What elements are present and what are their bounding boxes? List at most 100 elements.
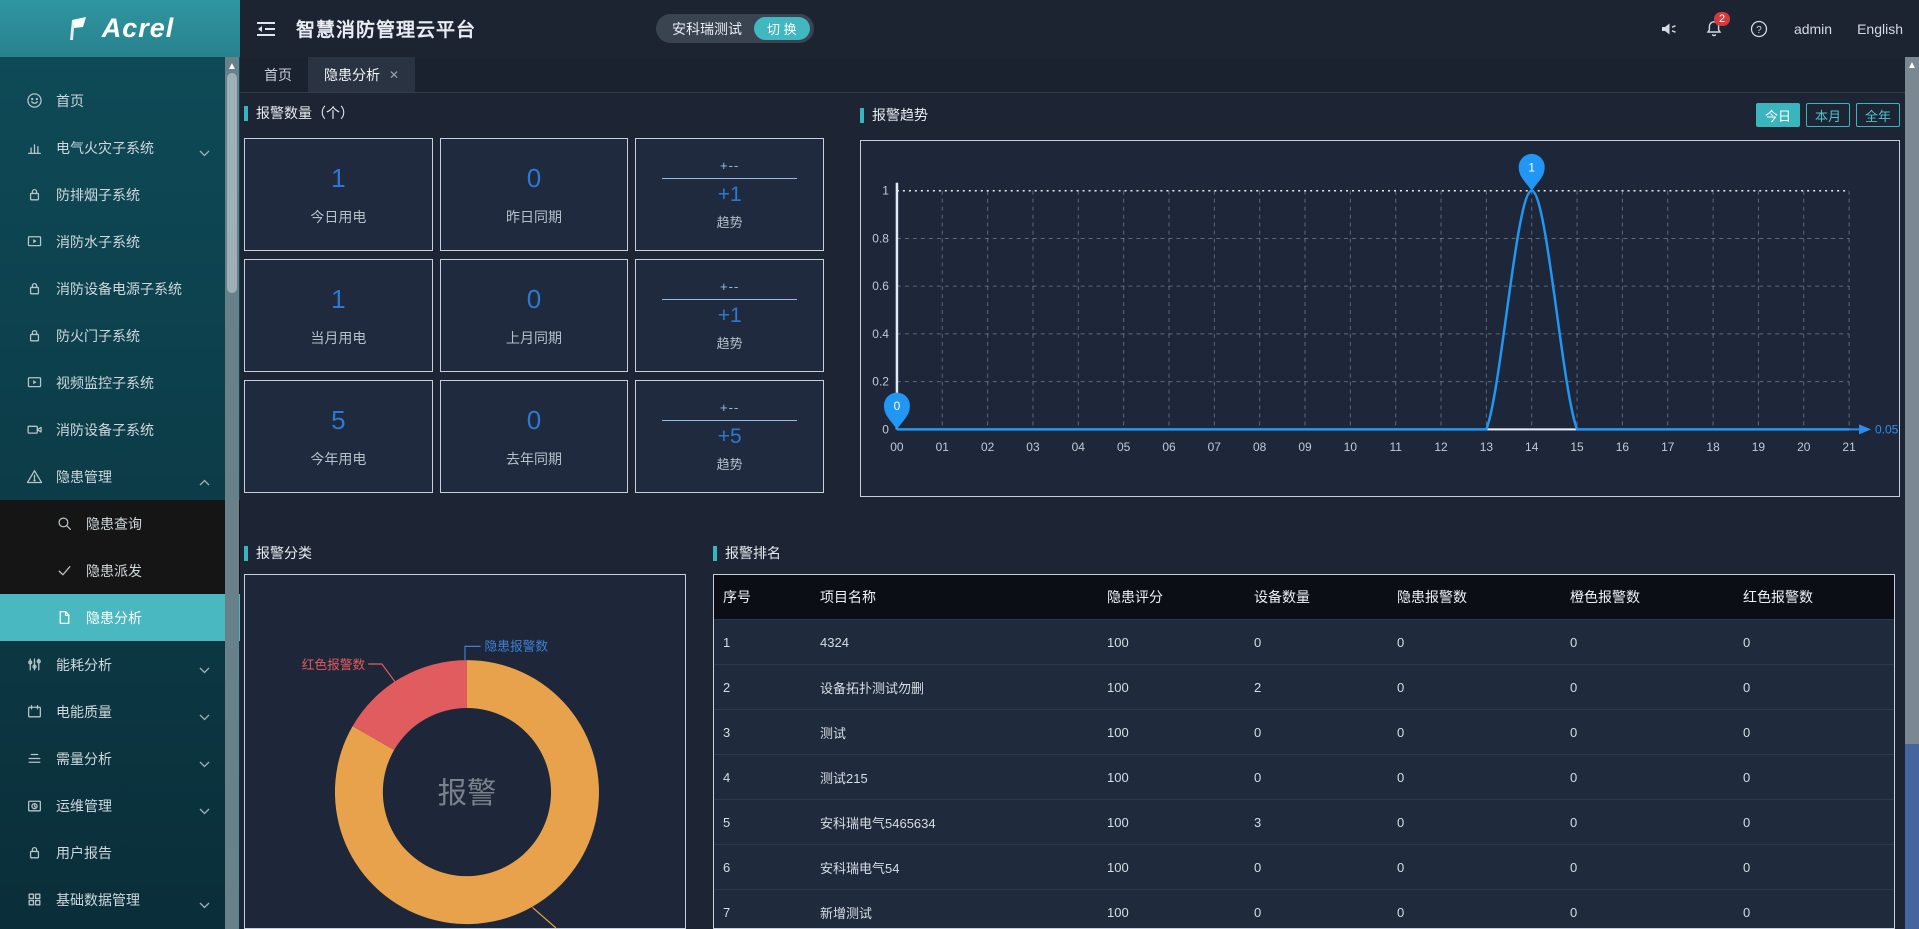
- tab-close-icon[interactable]: ✕: [389, 68, 399, 82]
- table-cell: 4324: [811, 635, 1098, 650]
- chevron-down-icon: [199, 896, 210, 903]
- svg-text:报警: 报警: [438, 777, 497, 810]
- range-button-今日[interactable]: 今日: [1756, 103, 1800, 127]
- trend-label: 趋势: [717, 333, 743, 352]
- language-switch[interactable]: English: [1857, 21, 1903, 37]
- svg-text:0: 0: [894, 399, 901, 413]
- svg-text:19: 19: [1752, 440, 1766, 454]
- sidebar-item-hazard-query[interactable]: 隐患查询: [0, 500, 240, 547]
- svg-text:21: 21: [1842, 440, 1856, 454]
- stat-cards-grid: 1 今日用电 0 昨日同期 +-- +1 趋势 1 当月用电 0 上月同期 +-…: [244, 138, 824, 493]
- top-bar: 智慧消防管理云平台 安科瑞测试 切 换 2: [240, 0, 1919, 57]
- title-accent-bar: [244, 106, 248, 121]
- range-button-本月[interactable]: 本月: [1806, 103, 1850, 127]
- tenant-switch-button[interactable]: 切 换: [754, 17, 810, 40]
- sidebar-scrollbar[interactable]: ▲: [225, 57, 239, 929]
- user-menu[interactable]: admin: [1794, 21, 1832, 37]
- donut-chart-panel: 报警隐患报警数红色报警数: [244, 574, 686, 929]
- sidebar-item-label: 用户报告: [56, 843, 210, 863]
- tab-home[interactable]: 首页: [248, 57, 308, 92]
- sidebar-item-label: 隐患分析: [86, 608, 210, 628]
- page-scrollbar[interactable]: ▲: [1905, 57, 1919, 929]
- table-row: 7新增测试1000000: [714, 889, 1894, 929]
- sidebar-item-user-report[interactable]: 用户报告: [0, 829, 240, 876]
- sidebar-item-fire-door[interactable]: 防火门子系统: [0, 312, 240, 359]
- sidebar-item-label: 基础数据管理: [56, 890, 199, 910]
- trend-card: +-- +1 趋势: [635, 138, 824, 251]
- trend-divider: [662, 299, 796, 300]
- chevron-down-icon: [199, 661, 210, 668]
- sidebar-item-smoke-control[interactable]: 防排烟子系统: [0, 171, 240, 218]
- sidebar-item-label: 视频监控子系统: [56, 373, 210, 393]
- table-cell: 0: [1734, 635, 1894, 650]
- svg-text:0.4: 0.4: [872, 327, 889, 341]
- notifications-bell-icon[interactable]: 2: [1704, 19, 1724, 39]
- svg-text:?: ?: [1756, 25, 1762, 36]
- sidebar-item-hazard-management[interactable]: 隐患管理: [0, 453, 240, 500]
- donut-chart: 报警隐患报警数红色报警数: [245, 575, 685, 928]
- tab-hazard-analysis[interactable]: 隐患分析 ✕: [308, 57, 415, 92]
- page-scroll-up-icon[interactable]: ▲: [1907, 60, 1917, 71]
- tab-label: 首页: [264, 65, 292, 85]
- table-cell: 0: [1388, 905, 1561, 920]
- tenant-name: 安科瑞测试: [672, 19, 742, 39]
- sidebar-item-hazard-analysis[interactable]: 隐患分析: [0, 594, 240, 641]
- sidebar-item-fire-power[interactable]: 消防设备电源子系统: [0, 265, 240, 312]
- sidebar-item-label: 消防设备电源子系统: [56, 279, 210, 299]
- table-cell: 6: [714, 860, 811, 875]
- alarm-ranking-title: 报警排名: [713, 543, 1895, 563]
- home-icon: [26, 92, 43, 109]
- ranking-table: 序号项目名称隐患评分设备数量隐患报警数橙色报警数红色报警数14324100000…: [713, 574, 1895, 929]
- table-cell: 0: [1734, 905, 1894, 920]
- speaker-icon[interactable]: [1659, 19, 1679, 39]
- stat-value: 0: [527, 284, 541, 315]
- help-icon[interactable]: ?: [1749, 19, 1769, 39]
- sidebar-item-label: 隐患查询: [86, 514, 210, 534]
- table-cell: 0: [1388, 860, 1561, 875]
- stat-card: 0 去年同期: [440, 380, 629, 493]
- table-cell: 5: [714, 815, 811, 830]
- sidebar-item-ops-management[interactable]: 运维管理: [0, 782, 240, 829]
- calendar-icon: [26, 703, 43, 720]
- tab-label: 隐患分析: [324, 65, 380, 85]
- range-button-全年[interactable]: 全年: [1856, 103, 1900, 127]
- page-scrollbar-thumb[interactable]: [1905, 744, 1919, 929]
- sidebar-item-fire-water[interactable]: 消防水子系统: [0, 218, 240, 265]
- trend-divider: [662, 420, 796, 421]
- table-cell: 3: [1245, 815, 1388, 830]
- table-cell: 0: [1561, 815, 1734, 830]
- sidebar-item-demand-analysis[interactable]: 需量分析: [0, 735, 240, 782]
- list-icon: [26, 750, 43, 767]
- table-cell: 3: [714, 725, 811, 740]
- table-cell: 100: [1098, 635, 1245, 650]
- trend-divider: [662, 178, 796, 179]
- sidebar-item-home[interactable]: 首页: [0, 77, 240, 124]
- sidebar-item-electrical-fire[interactable]: 电气火灾子系统: [0, 124, 240, 171]
- alarm-category-title: 报警分类: [244, 543, 686, 563]
- lock-icon: [26, 186, 43, 203]
- camera-icon: [26, 421, 43, 438]
- title-accent-bar: [860, 108, 864, 123]
- sidebar-scrollbar-thumb[interactable]: [227, 73, 237, 293]
- svg-text:01: 01: [936, 440, 950, 454]
- title-accent-bar: [244, 546, 248, 561]
- stat-label: 当月用电: [310, 328, 366, 348]
- search-icon: [56, 515, 73, 532]
- sidebar-item-label: 防火门子系统: [56, 326, 210, 346]
- table-cell: 0: [1245, 770, 1388, 785]
- sidebar-item-fire-device[interactable]: 消防设备子系统: [0, 406, 240, 453]
- sidebar-item-base-data[interactable]: 基础数据管理: [0, 876, 240, 923]
- svg-text:14: 14: [1525, 440, 1539, 454]
- sidebar-item-energy-analysis[interactable]: 能耗分析: [0, 641, 240, 688]
- table-row: 143241000000: [714, 619, 1894, 664]
- sidebar-item-hazard-dispatch[interactable]: 隐患派发: [0, 547, 240, 594]
- sidebar-item-video-monitor[interactable]: 视频监控子系统: [0, 359, 240, 406]
- sidebar-scroll-up-icon[interactable]: ▲: [227, 61, 237, 72]
- svg-text:03: 03: [1026, 440, 1040, 454]
- alarm-trend-section: 报警趋势 今日本月全年 0001020304050607080910111213…: [860, 103, 1900, 497]
- monitor-icon: [26, 374, 43, 391]
- sidebar-collapse-icon[interactable]: [254, 17, 278, 41]
- sidebar-item-label: 消防水子系统: [56, 232, 210, 252]
- sidebar-item-power-quality[interactable]: 电能质量: [0, 688, 240, 735]
- svg-text:11: 11: [1389, 440, 1402, 454]
